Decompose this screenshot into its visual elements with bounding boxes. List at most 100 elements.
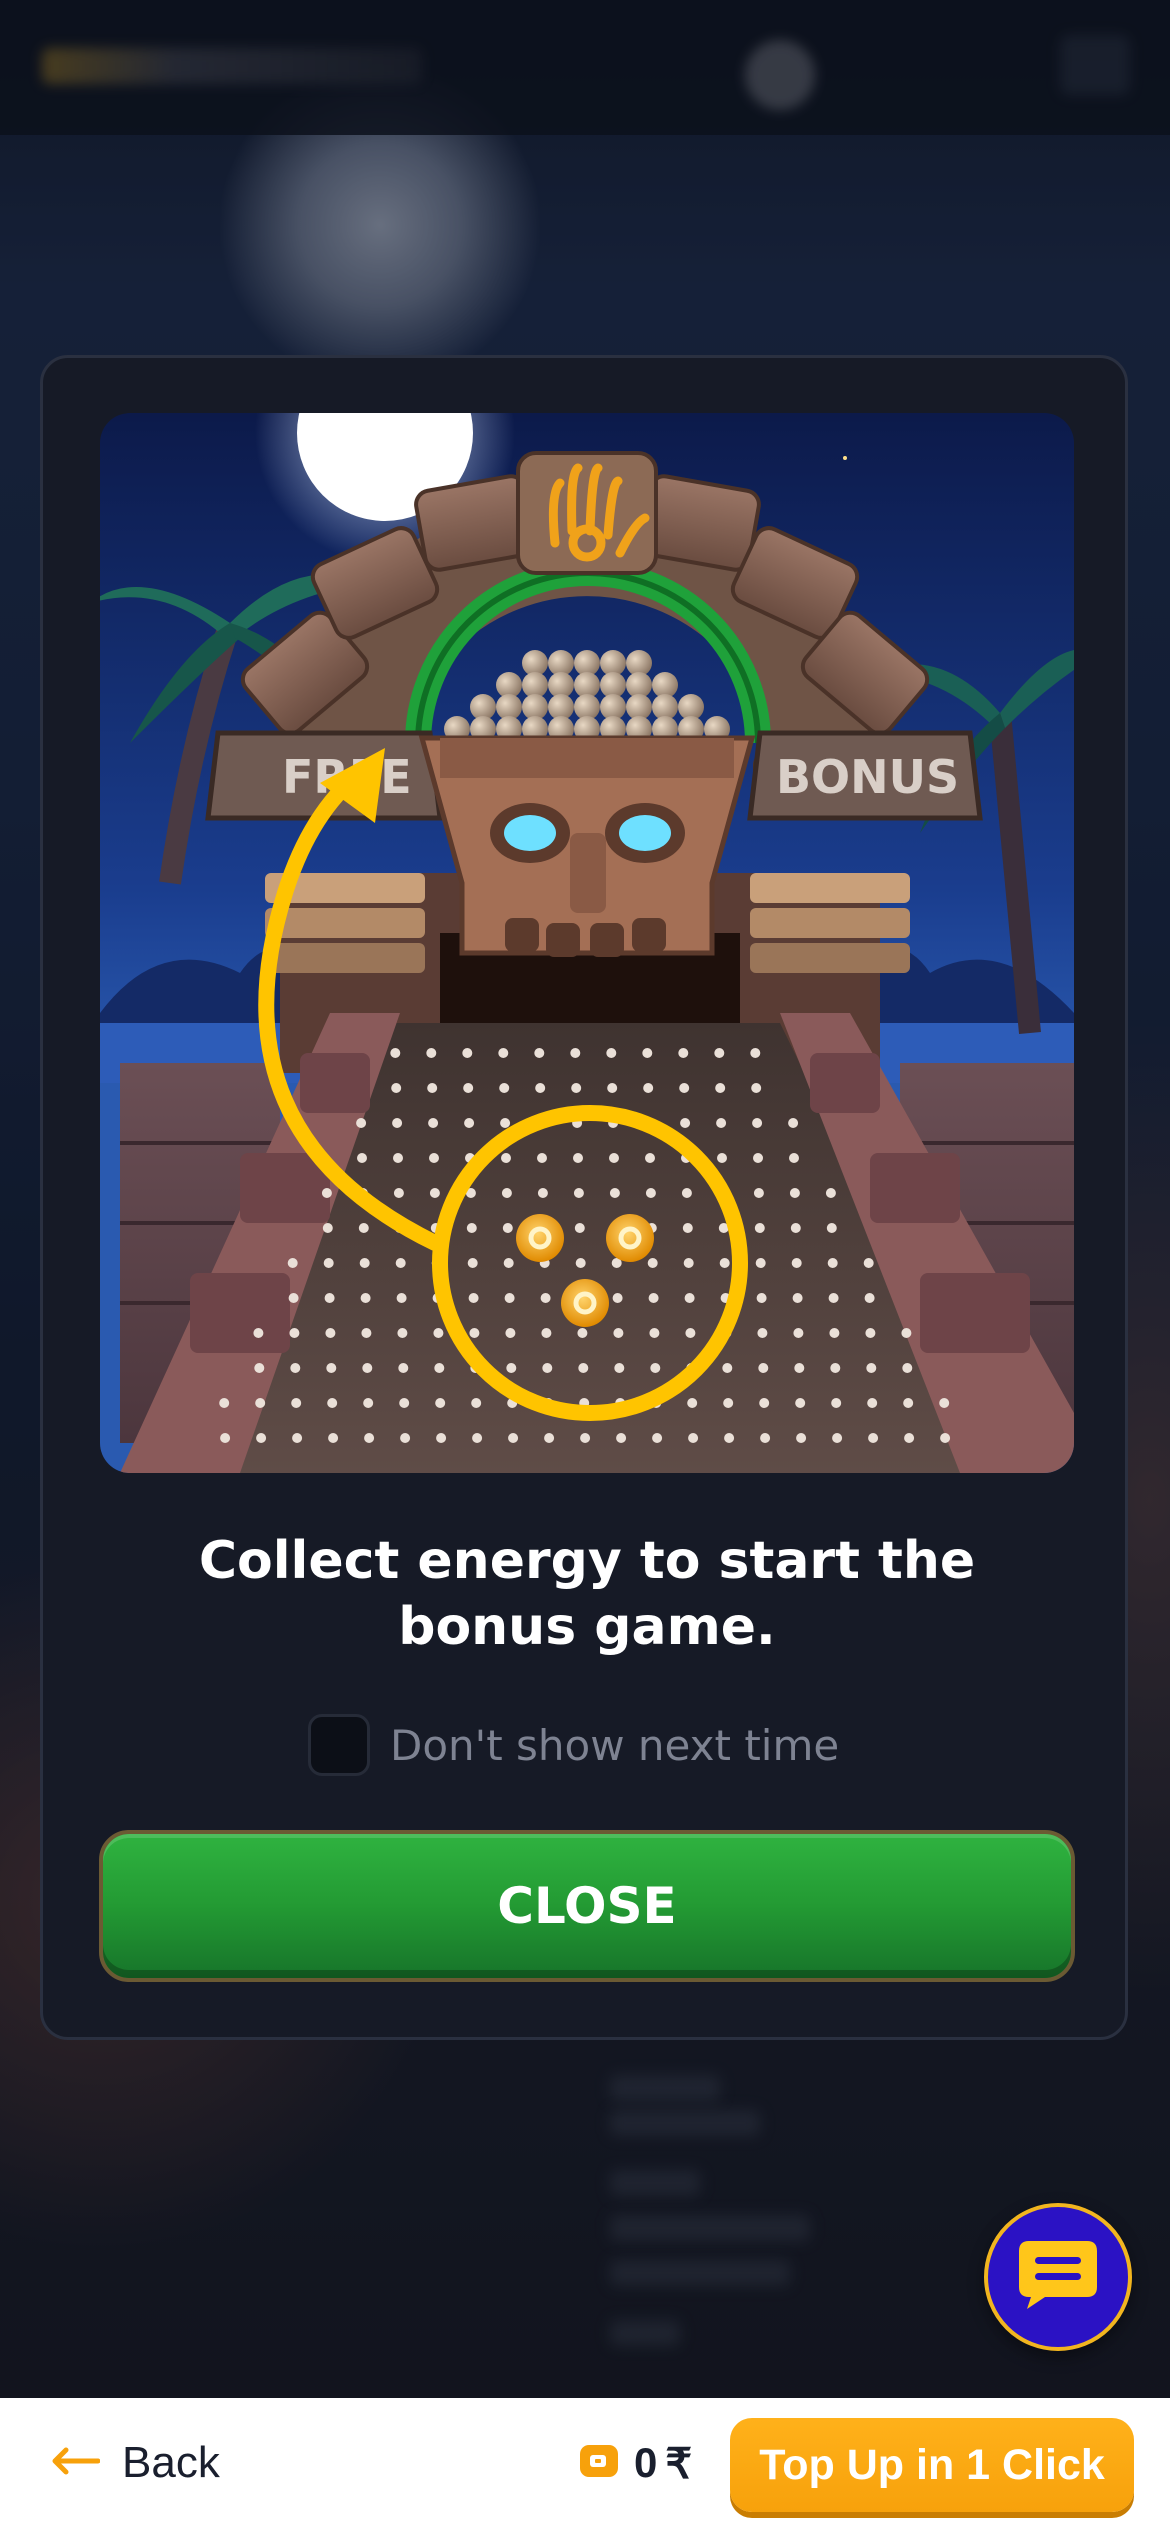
peg bbox=[609, 1188, 620, 1198]
peg bbox=[501, 1153, 511, 1163]
peg bbox=[360, 1293, 371, 1303]
back-label[interactable]: Back bbox=[122, 2438, 220, 2488]
dont-show-toggle[interactable]: Don't show next time bbox=[308, 1713, 839, 1777]
peg bbox=[722, 1363, 733, 1373]
peg bbox=[791, 1258, 802, 1268]
peg bbox=[544, 1433, 555, 1443]
peg bbox=[291, 1398, 302, 1408]
peg bbox=[501, 1188, 512, 1198]
peg bbox=[715, 1083, 726, 1093]
peg bbox=[866, 1363, 877, 1373]
peg bbox=[500, 1118, 511, 1128]
peg bbox=[606, 1048, 617, 1058]
balance: 0 ₹ bbox=[578, 2428, 692, 2498]
peg bbox=[717, 1153, 727, 1163]
peg bbox=[724, 1433, 735, 1443]
peg bbox=[683, 1258, 694, 1268]
peg bbox=[256, 1433, 267, 1443]
peg bbox=[324, 1293, 335, 1303]
peg bbox=[254, 1363, 265, 1373]
peg bbox=[796, 1433, 807, 1443]
idol-face bbox=[418, 735, 756, 957]
peg bbox=[364, 1433, 375, 1443]
peg bbox=[290, 1363, 301, 1373]
peg bbox=[902, 1363, 913, 1373]
peg bbox=[503, 1258, 514, 1268]
peg bbox=[325, 1328, 336, 1338]
peg bbox=[826, 1223, 837, 1233]
peg bbox=[649, 1328, 660, 1338]
peg bbox=[289, 1328, 300, 1338]
peg bbox=[647, 1258, 658, 1268]
peg bbox=[434, 1363, 445, 1373]
peg bbox=[753, 1153, 763, 1163]
peg bbox=[614, 1363, 625, 1373]
peg bbox=[577, 1328, 588, 1338]
peg bbox=[643, 1083, 654, 1093]
peg bbox=[863, 1258, 874, 1268]
peg bbox=[792, 1293, 803, 1303]
peg bbox=[253, 1328, 264, 1338]
peg bbox=[435, 1398, 446, 1408]
peg bbox=[756, 1293, 767, 1303]
peg bbox=[867, 1398, 878, 1408]
peg bbox=[868, 1433, 879, 1443]
peg bbox=[575, 1258, 586, 1268]
peg bbox=[363, 1398, 374, 1408]
peg bbox=[392, 1118, 403, 1128]
peg bbox=[534, 1048, 545, 1058]
chat-button[interactable] bbox=[984, 2203, 1132, 2351]
peg bbox=[328, 1433, 339, 1443]
peg bbox=[827, 1258, 838, 1268]
peg bbox=[399, 1398, 410, 1408]
dont-show-checkbox[interactable] bbox=[308, 1714, 370, 1776]
peg bbox=[757, 1328, 768, 1338]
top-up-button[interactable]: Top Up in 1 Click bbox=[730, 2418, 1134, 2512]
peg bbox=[939, 1398, 950, 1408]
peg bbox=[396, 1293, 407, 1303]
peg bbox=[828, 1293, 839, 1303]
peg bbox=[684, 1293, 695, 1303]
peg bbox=[612, 1293, 623, 1303]
peg bbox=[219, 1398, 230, 1408]
peg bbox=[759, 1398, 770, 1408]
close-button[interactable]: CLOSE bbox=[99, 1830, 1075, 1982]
peg bbox=[688, 1433, 699, 1443]
peg bbox=[429, 1188, 440, 1198]
peg bbox=[714, 1048, 725, 1058]
dont-show-label[interactable]: Don't show next time bbox=[390, 1721, 839, 1770]
peg bbox=[508, 1433, 519, 1443]
peg bbox=[541, 1328, 552, 1338]
back-button[interactable]: Back bbox=[50, 2428, 220, 2498]
peg bbox=[535, 1083, 546, 1093]
peg bbox=[681, 1188, 692, 1198]
bonus-info-modal: FREE BONUS bbox=[40, 355, 1128, 2040]
peg bbox=[794, 1363, 805, 1373]
peg bbox=[361, 1328, 372, 1338]
peg bbox=[464, 1118, 475, 1128]
peg bbox=[679, 1083, 690, 1093]
peg bbox=[326, 1363, 337, 1373]
peg bbox=[607, 1083, 618, 1093]
peg bbox=[463, 1083, 474, 1093]
peg bbox=[428, 1118, 439, 1128]
balance-currency: ₹ bbox=[665, 2439, 693, 2487]
peg bbox=[793, 1328, 804, 1338]
peg bbox=[327, 1398, 338, 1408]
peg bbox=[570, 1048, 581, 1058]
peg bbox=[255, 1398, 266, 1408]
peg bbox=[321, 1188, 332, 1198]
peg bbox=[472, 1433, 483, 1443]
peg bbox=[755, 1258, 766, 1268]
peg bbox=[429, 1153, 439, 1163]
peg bbox=[650, 1363, 661, 1373]
peg bbox=[754, 1223, 765, 1233]
peg bbox=[687, 1398, 698, 1408]
peg bbox=[680, 1118, 691, 1128]
bonus-illustration: FREE BONUS bbox=[100, 413, 1074, 1473]
peg bbox=[716, 1118, 727, 1128]
peg bbox=[752, 1118, 763, 1128]
peg bbox=[537, 1153, 547, 1163]
peg bbox=[789, 1188, 800, 1198]
peg bbox=[395, 1258, 406, 1268]
